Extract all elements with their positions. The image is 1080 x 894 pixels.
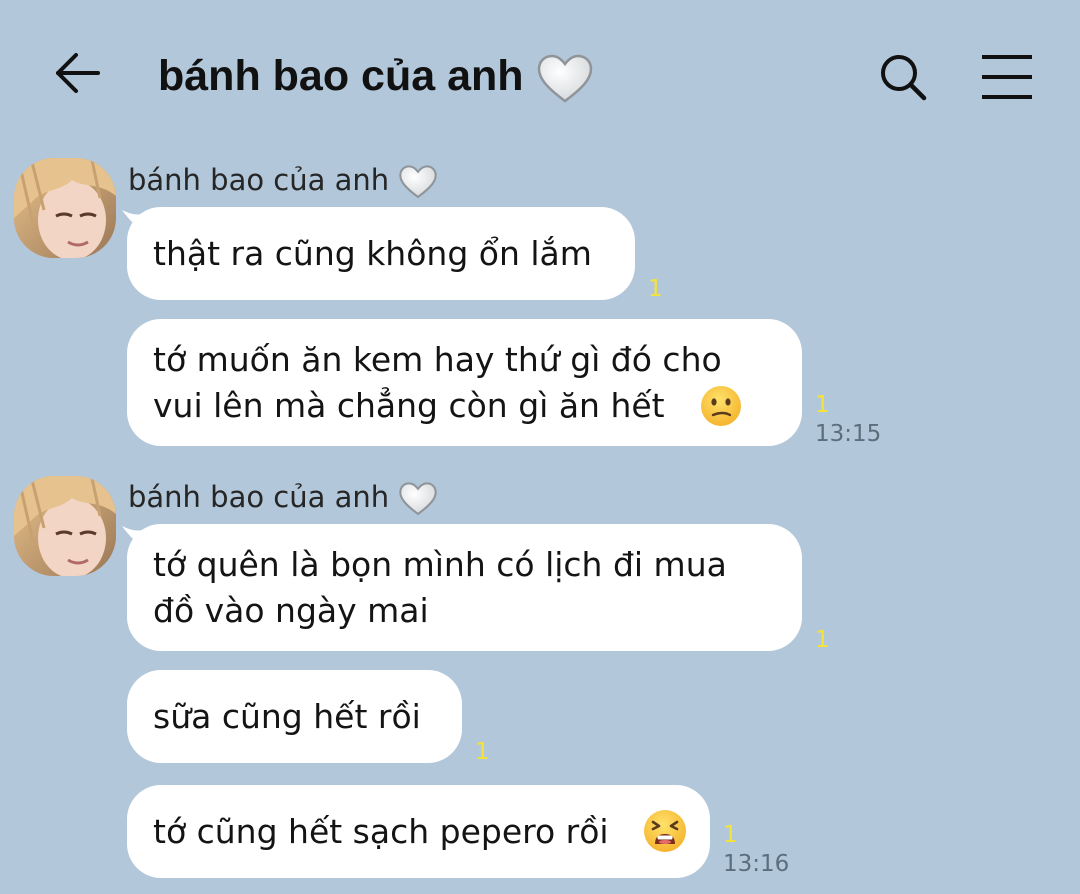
confused-face-icon [701, 386, 741, 426]
white-heart-icon [399, 482, 438, 516]
unread-count: 1 [648, 276, 663, 302]
sender-name: bánh bao của anh [128, 160, 438, 200]
arrow-left-icon [56, 53, 100, 93]
unread-count: 1 [723, 822, 738, 848]
message-text: tớ quên là bọn mình có lịch đi mua đồ và… [153, 544, 727, 630]
message-bubble[interactable]: sữa cũng hết rồi [127, 670, 462, 763]
unread-count: 1 [815, 627, 830, 653]
menu-button[interactable] [972, 44, 1042, 110]
tired-face-icon [644, 810, 686, 852]
message-text: tớ muốn ăn kem hay thứ gì đó cho vui lên… [153, 339, 722, 425]
search-icon [881, 55, 927, 101]
search-button[interactable] [870, 44, 936, 110]
message-text: tớ cũng hết sạch pepero rồi [153, 811, 609, 851]
unread-count: 1 [815, 392, 830, 418]
back-button[interactable] [44, 40, 110, 106]
avatar[interactable] [14, 158, 116, 258]
message-text: thật ra cũng không ổn lắm [153, 233, 592, 273]
message-bubble[interactable]: tớ cũng hết sạch pepero rồi [127, 785, 710, 878]
message-bubble[interactable]: tớ quên là bọn mình có lịch đi mua đồ và… [127, 524, 802, 651]
white-heart-icon [399, 165, 438, 199]
profile-photo-icon [14, 158, 116, 258]
sender-name: bánh bao của anh [128, 477, 438, 517]
message-bubble[interactable]: thật ra cũng không ổn lắm [127, 207, 635, 300]
sender-name-text: bánh bao của anh [128, 480, 390, 514]
profile-photo-icon [14, 476, 116, 576]
avatar[interactable] [14, 476, 116, 576]
message-time: 13:15 [815, 421, 882, 447]
white-heart-icon [537, 54, 592, 103]
hamburger-menu-icon [982, 55, 1032, 99]
unread-count: 1 [475, 739, 490, 765]
chat-title: bánh bao của anh [158, 46, 594, 106]
chat-header: bánh bao của anh [0, 0, 1080, 150]
message-bubble[interactable]: tớ muốn ăn kem hay thứ gì đó cho vui lên… [127, 319, 802, 446]
sender-name-text: bánh bao của anh [128, 163, 390, 197]
message-time: 13:16 [723, 851, 790, 877]
chat-title-text: bánh bao của anh [158, 52, 524, 100]
message-text: sữa cũng hết rồi [153, 696, 421, 736]
